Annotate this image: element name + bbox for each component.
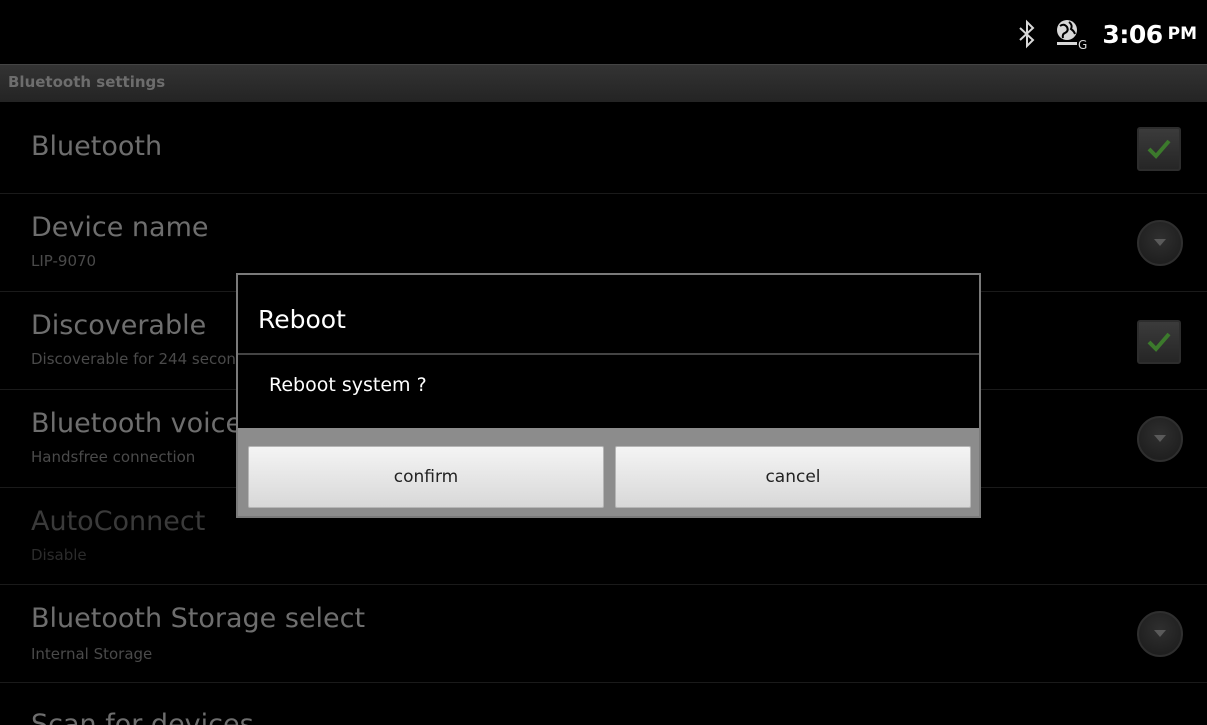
setting-storage-select[interactable]: Bluetooth Storage select Internal Storag… xyxy=(0,585,1207,683)
dialog-message: Reboot system ? xyxy=(269,374,427,396)
bluetooth-checkbox[interactable] xyxy=(1137,127,1181,171)
setting-scan-devices[interactable]: Scan for devices xyxy=(0,683,1207,725)
setting-subtitle: Disable xyxy=(31,546,87,564)
chevron-down-icon[interactable] xyxy=(1137,220,1183,266)
globe-sync-icon: G xyxy=(1054,17,1088,51)
dialog-divider xyxy=(238,353,979,355)
setting-bluetooth[interactable]: Bluetooth xyxy=(0,102,1207,194)
setting-title: Bluetooth xyxy=(31,131,163,162)
reboot-dialog: Reboot Reboot system ? confirm cancel xyxy=(236,273,981,518)
discoverable-checkbox[interactable] xyxy=(1137,320,1181,364)
bluetooth-icon xyxy=(1018,19,1036,49)
confirm-button[interactable]: confirm xyxy=(248,446,604,508)
chevron-down-icon[interactable] xyxy=(1137,416,1183,462)
setting-title: Discoverable xyxy=(31,310,207,341)
dialog-button-bar: confirm cancel xyxy=(238,428,979,516)
setting-title: Device name xyxy=(31,212,209,243)
svg-text:G: G xyxy=(1078,38,1087,51)
title-bar: Bluetooth settings xyxy=(0,64,1207,102)
setting-subtitle: Internal Storage xyxy=(31,645,153,663)
setting-title: AutoConnect xyxy=(31,506,206,537)
cancel-button[interactable]: cancel xyxy=(615,446,971,508)
dialog-title: Reboot xyxy=(258,305,346,334)
setting-title: Scan for devices xyxy=(31,709,254,725)
chevron-down-icon[interactable] xyxy=(1137,611,1183,657)
page-title: Bluetooth settings xyxy=(8,73,166,91)
status-icons: G 3:06 PM xyxy=(1018,14,1197,54)
setting-title: Bluetooth Storage select xyxy=(31,603,366,634)
setting-subtitle: Handsfree connection xyxy=(31,448,196,466)
status-bar: G 3:06 PM xyxy=(0,0,1207,64)
setting-subtitle: Discoverable for 244 seconds xyxy=(31,350,254,368)
clock-time: 3:06 xyxy=(1102,19,1163,49)
clock-ampm: PM xyxy=(1167,24,1197,44)
screen: G 3:06 PM Bluetooth settings Bluetooth D… xyxy=(0,0,1207,725)
setting-subtitle: LIP-9070 xyxy=(31,252,97,270)
